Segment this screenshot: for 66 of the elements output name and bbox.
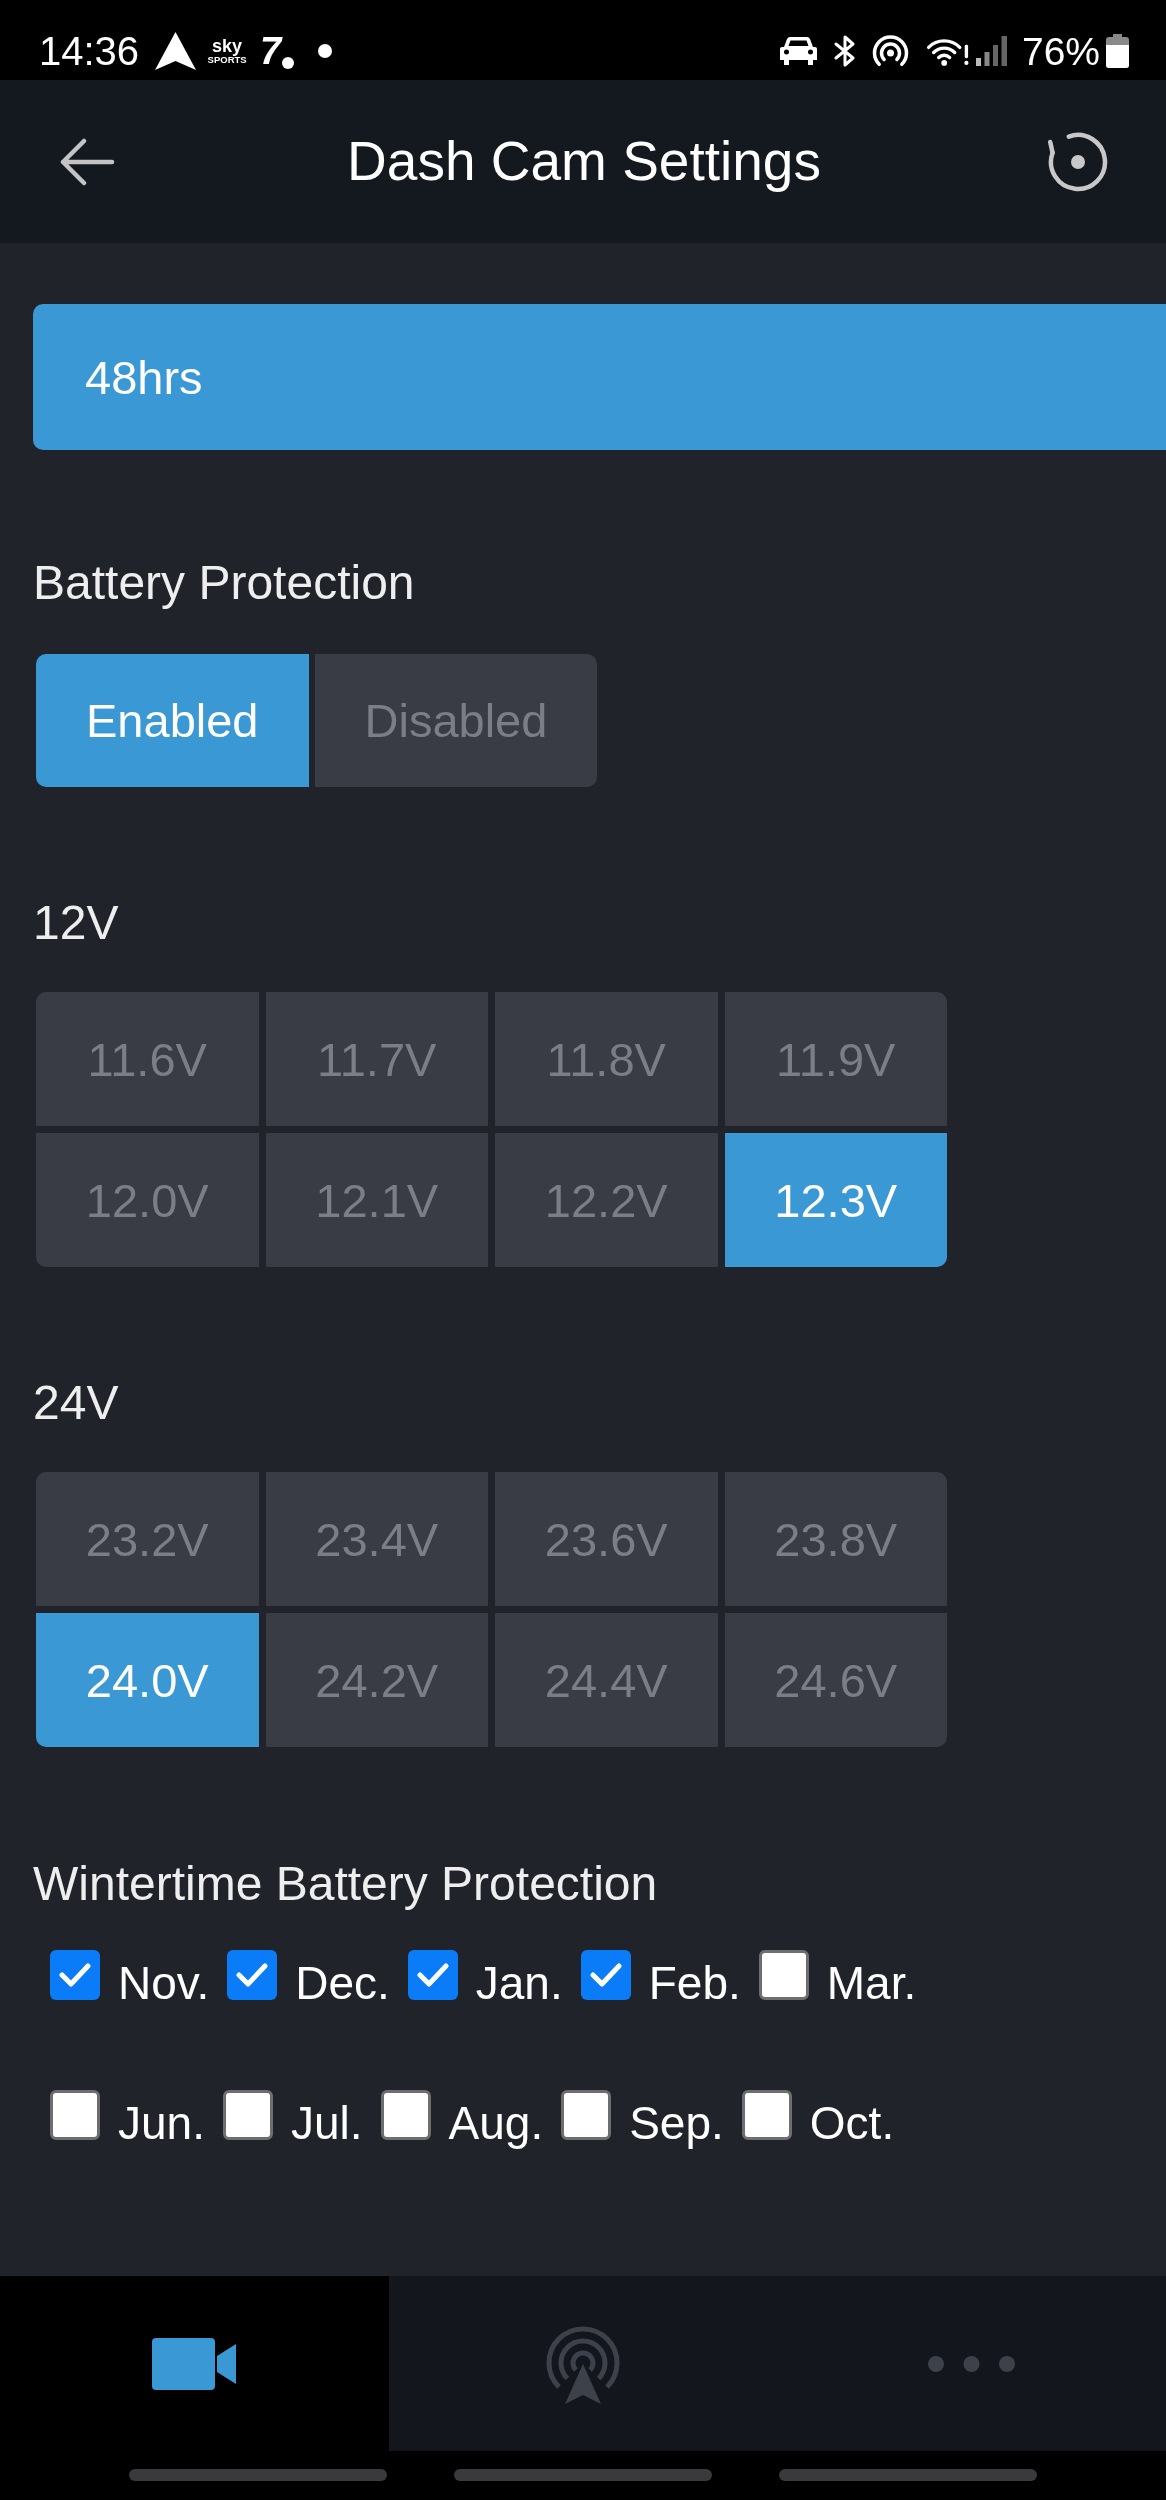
checkbox[interactable]	[580, 1950, 631, 2000]
voltage-option[interactable]: 12.2V	[495, 1133, 718, 1267]
voltage-option[interactable]: 11.6V	[36, 992, 259, 1126]
checkbox-label: Sep.	[629, 2097, 724, 2149]
checkbox[interactable]	[407, 1950, 458, 2000]
checkbox[interactable]	[227, 1950, 278, 2000]
checkbox-label: Jul.	[290, 2097, 363, 2149]
timer-select[interactable]: 48hrs	[33, 304, 1166, 450]
checkbox[interactable]	[380, 2090, 431, 2140]
checkbox[interactable]	[50, 2090, 100, 2140]
voltage-option[interactable]: 24.4V	[495, 1613, 718, 1747]
voltage-option[interactable]: 24.6V	[724, 1613, 947, 1747]
checkbox-label: Oct.	[809, 2097, 895, 2149]
checkmark-icon	[416, 1962, 449, 1988]
voltage-option[interactable]: 23.4V	[265, 1472, 488, 1606]
voltage-option[interactable]: 12.3V	[724, 1133, 947, 1267]
logo-glyph: 7	[260, 32, 282, 70]
battery-percent: 76%	[1021, 31, 1100, 71]
signal-icon	[975, 36, 1007, 66]
checkbox-label: Feb.	[648, 1957, 741, 2009]
checkbox[interactable]	[758, 1950, 809, 2000]
checkbox-label: Mar.	[826, 1957, 917, 2009]
voltage-option[interactable]: 23.6V	[495, 1472, 718, 1606]
checkbox[interactable]	[741, 2090, 792, 2140]
voltage-option[interactable]: 11.8V	[495, 992, 718, 1126]
video-camera-icon	[152, 2337, 237, 2390]
section-label: 24V	[33, 1375, 119, 1431]
checkbox-label: Dec.	[295, 1957, 390, 2009]
camera-tab[interactable]	[0, 2276, 389, 2451]
voltage-option[interactable]: 24.2V	[265, 1613, 488, 1747]
checkmark-icon	[59, 1962, 91, 1988]
navigation-arrow-icon	[155, 32, 197, 70]
hotspot-icon	[870, 35, 910, 67]
checkbox[interactable]	[222, 2090, 273, 2140]
logo-text: sky	[212, 37, 243, 55]
logo-caption: SPORTS	[207, 55, 247, 65]
voltage-option[interactable]: 23.8V	[724, 1472, 947, 1606]
broadcast-arrow-icon	[544, 2323, 622, 2404]
logo-dot-icon	[282, 57, 295, 69]
voltage-option[interactable]: 23.2V	[36, 1472, 259, 1606]
voltage-option[interactable]: 24.0V	[36, 1613, 259, 1747]
checkbox-label: Aug.	[448, 2097, 544, 2149]
segment-option[interactable]: Enabled	[36, 654, 309, 787]
voltage-option[interactable]: 12.1V	[265, 1133, 488, 1267]
reset-icon[interactable]	[1047, 130, 1109, 193]
notification-dot-icon	[318, 44, 333, 58]
checkbox[interactable]	[561, 2090, 612, 2140]
section-label: 12V	[33, 895, 119, 951]
checkmark-icon	[236, 1962, 269, 1988]
more-icon	[928, 2355, 1016, 2372]
voltage-option[interactable]: 12.0V	[36, 1133, 259, 1267]
back-icon[interactable]	[59, 137, 115, 186]
status-time: 14:36	[39, 31, 140, 71]
battery-icon	[1106, 34, 1129, 68]
checkbox-label: Jun.	[118, 2097, 205, 2149]
checkmark-icon	[589, 1962, 622, 1988]
car-icon	[779, 37, 817, 65]
checkbox-label: Nov.	[118, 1957, 210, 2009]
segment-option[interactable]: Disabled	[314, 654, 598, 787]
bluetooth-icon	[832, 35, 857, 67]
voltage-option[interactable]: 11.7V	[265, 992, 488, 1126]
voltage-option[interactable]: 11.9V	[724, 992, 947, 1126]
checkbox-label: Jan.	[475, 1957, 563, 2009]
section-label: Battery Protection	[33, 555, 415, 611]
section-label: Wintertime Battery Protection	[33, 1856, 658, 1912]
checkbox[interactable]	[50, 1950, 100, 2000]
